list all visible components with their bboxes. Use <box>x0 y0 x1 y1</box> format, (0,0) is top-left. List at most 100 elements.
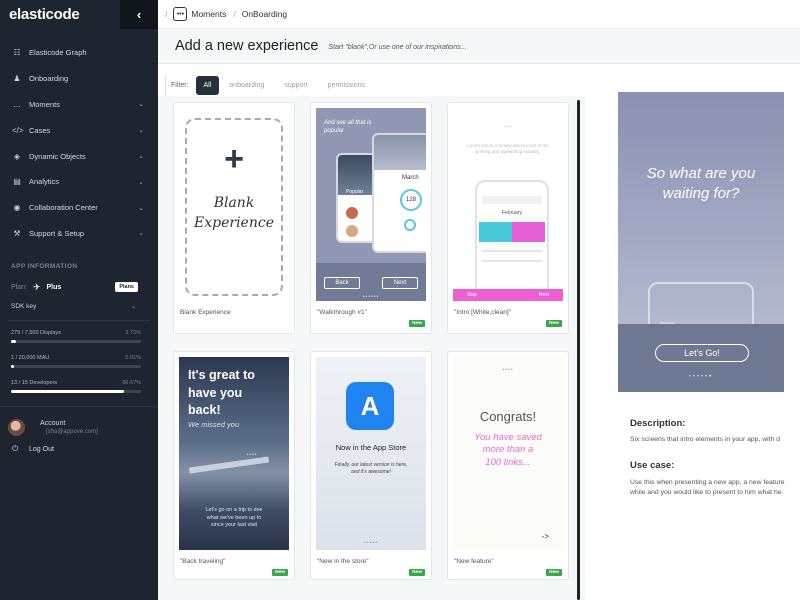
page-dots: •••••• <box>362 294 380 300</box>
usage-bar-fill <box>11 340 16 344</box>
sidebar-nav: ☷ Elasticode Graph ♟ Onboarding … Moment… <box>0 40 158 246</box>
usage-displays: 279 / 7,500 Displays 3.72% <box>0 330 158 344</box>
sdk-key-label: SDK key <box>11 303 37 311</box>
template-preview: + Blank Experience <box>179 108 289 301</box>
breadcrumb-moments[interactable]: Moments <box>191 9 226 19</box>
avatar <box>8 419 25 437</box>
preview-subheading: You have saved more than a 100 links... <box>453 432 563 469</box>
subheading-line: more than a <box>482 444 534 456</box>
templates-grid: + Blank Experience Blank Experience And … <box>158 96 585 600</box>
breadcrumb-separator: / <box>233 9 236 19</box>
sidebar-item-moments[interactable]: … Moments ⌄ <box>0 92 158 118</box>
template-caption: "Intro [White,clean]" <box>454 309 511 316</box>
page-dots: ••••• <box>364 540 378 546</box>
new-badge: New <box>409 320 425 327</box>
account-menu[interactable]: Account [sha@appove.com] <box>0 419 158 437</box>
new-badge: New <box>546 320 562 327</box>
description-label: Description: <box>630 418 686 429</box>
usage-label: 13 / 15 Developers <box>11 380 58 387</box>
preview-body: Let's go on a trip to see what we've bee… <box>179 507 289 530</box>
template-caption: "New in the store" <box>317 558 369 565</box>
power-icon: ⏻ <box>12 444 19 454</box>
stat-number: 128 <box>400 189 422 211</box>
preview-next-button: Next <box>382 277 418 289</box>
filter-support[interactable]: support <box>284 82 307 89</box>
blank-placeholder: + Blank Experience <box>185 118 283 296</box>
divider <box>8 320 150 322</box>
page-dots: •••••• <box>688 374 714 380</box>
use-case-line: Use this when presenting a new app, a ne… <box>630 479 785 486</box>
grid-scrollbar[interactable] <box>577 100 580 600</box>
template-card-app-store[interactable]: A Now in the App Store Finally, our late… <box>310 351 432 580</box>
sidebar-item-analytics[interactable]: ▤ Analytics ⌄ <box>0 169 158 195</box>
breadcrumb-onboarding[interactable]: OnBoarding <box>242 9 287 19</box>
usage-bar-fill <box>11 390 124 394</box>
sidebar-item-elasticode-graph[interactable]: ☷ Elasticode Graph <box>0 40 158 66</box>
template-card-new-feature[interactable]: •••• Congrats! You have saved more than … <box>447 351 569 580</box>
usage-bar <box>11 365 141 369</box>
sidebar-item-label: Analytics <box>29 177 60 187</box>
breadcrumb: / ••• Moments / OnBoarding <box>158 0 800 29</box>
heading-line: back! <box>188 403 221 417</box>
sidebar-item-onboarding[interactable]: ♟ Onboarding <box>0 66 158 92</box>
logo[interactable]: elasticode <box>0 6 120 23</box>
preview-heading: Now in the App Store <box>335 443 407 452</box>
sidebar-item-collaboration-center[interactable]: ◉ Collaboration Center ⌄ <box>0 195 158 221</box>
usage-label: 279 / 7,500 Displays <box>11 330 61 337</box>
chevron-down-icon: ⌄ <box>138 204 144 212</box>
filter-all[interactable]: All <box>195 75 220 95</box>
divider <box>0 406 158 408</box>
usage-percent: 86.67% <box>122 380 141 387</box>
heading-line: have you <box>188 385 243 400</box>
preview-panel: So what are you waiting for? Groups Let'… <box>586 64 800 600</box>
globe-icon: ◉ <box>13 203 21 213</box>
sidebar-item-support-setup[interactable]: ⚒ Support & Setup ⌄ <box>0 221 158 247</box>
template-caption: Blank Experience <box>180 309 231 316</box>
template-card-back-traveling[interactable]: It's great to have you back! We missed y… <box>173 351 295 580</box>
usage-developers: 13 / 15 Developers 86.67% <box>0 380 158 394</box>
phone-mockup: February <box>475 180 549 295</box>
collapse-sidebar-button[interactable]: ‹ <box>120 0 158 29</box>
preview-back-button: Back <box>324 277 360 289</box>
sidebar-item-label: Cases <box>29 125 51 135</box>
preview-footer: Skip Next <box>453 289 563 301</box>
plans-button[interactable]: Plans <box>115 282 138 293</box>
logout-button[interactable]: ⏻ Log Out <box>0 444 158 454</box>
chevron-down-icon: ⌄ <box>130 304 136 311</box>
plane-icon: ✈ <box>32 281 41 292</box>
page-dots: •••• <box>246 452 258 458</box>
breadcrumb-separator: / <box>165 9 168 19</box>
filter-onboarding[interactable]: onboarding <box>229 82 264 89</box>
usage-bar <box>11 340 141 344</box>
use-case-text: Use this when presenting a new app, a ne… <box>630 478 785 498</box>
sidebar-item-dynamic-objects[interactable]: ◈ Dynamic Objects ⌄ <box>0 143 158 169</box>
sdk-key-dropdown[interactable]: SDK key ⌄ <box>0 303 158 310</box>
use-case-label: Use case: <box>630 460 675 471</box>
preview-heading: It's great to have you back! <box>188 367 255 420</box>
template-card-walkthrough[interactable]: And see all that is popular Popular Marc… <box>310 102 432 334</box>
person-icon: ♟ <box>13 74 21 84</box>
heading-line: So what are you <box>646 165 756 182</box>
body-line: what we've been up to <box>206 514 262 521</box>
subheading-line: You have saved <box>474 432 542 443</box>
filter-permissions[interactable]: permissions <box>328 82 365 89</box>
preview-heading: So what are you waiting for? <box>618 164 784 205</box>
usage-percent: 0.01% <box>125 355 141 362</box>
template-card-intro-white[interactable]: ••• Lorem ipsum is simply dummy text of … <box>447 102 569 334</box>
use-case-line: while and you would like to present to h… <box>630 489 782 497</box>
sidebar-item-cases[interactable]: </> Cases ⌄ <box>0 117 158 143</box>
month-label: February <box>501 210 522 216</box>
sidebar-item-label: Moments <box>29 99 60 109</box>
airplane-wing <box>188 456 270 474</box>
filter-label: Filter: <box>171 81 189 89</box>
plan-label: Plan: <box>11 283 27 291</box>
month-label: March <box>402 175 419 181</box>
body-line: Let's go on a trip to see <box>205 507 263 513</box>
chart-icon: ▤ <box>13 177 21 187</box>
template-card-blank[interactable]: + Blank Experience Blank Experience <box>173 102 295 334</box>
title-row: Add a new experience Start "blank",Or us… <box>158 29 800 64</box>
body-line: and it's awesome! <box>351 469 391 475</box>
logo-bar: elasticode ‹ <box>0 0 158 29</box>
lets-go-button[interactable]: Let's Go! <box>655 344 749 362</box>
account-email: [sha@appove.com] <box>46 429 98 436</box>
